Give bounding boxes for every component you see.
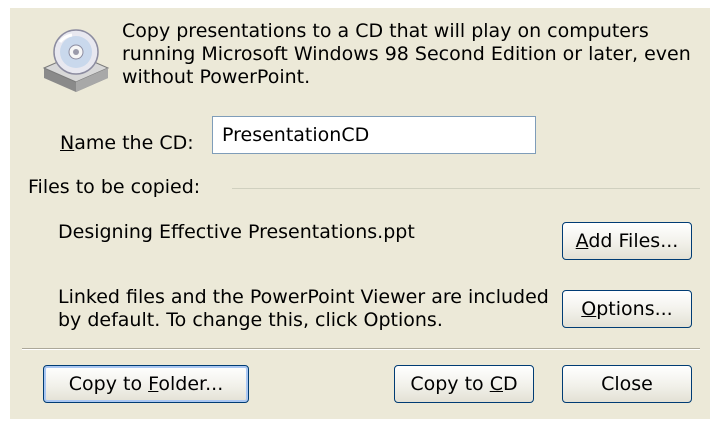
package-for-cd-dialog: Copy presentations to a CD that will pla… [10,8,710,419]
options-button[interactable]: Options... [562,290,692,328]
dialog-description: Copy presentations to a CD that will pla… [122,20,691,88]
copy-to-cd-button[interactable]: Copy to CD [394,365,534,403]
cd-drive-icon [42,29,110,92]
files-group-label: Files to be copied: [28,176,201,198]
copy-to-folder-button[interactable]: Copy to Folder... [43,365,249,403]
linked-files-note: Linked files and the PowerPoint Viewer a… [58,286,549,331]
file-name-text: Designing Effective Presentations.ppt [58,221,415,243]
add-files-button[interactable]: Add Files... [562,222,692,260]
dialog-separator [22,348,700,350]
cd-name-label: Name the CD: [60,132,194,154]
files-group-divider [232,188,700,189]
cd-name-input[interactable] [212,116,536,154]
close-button[interactable]: Close [562,365,692,403]
